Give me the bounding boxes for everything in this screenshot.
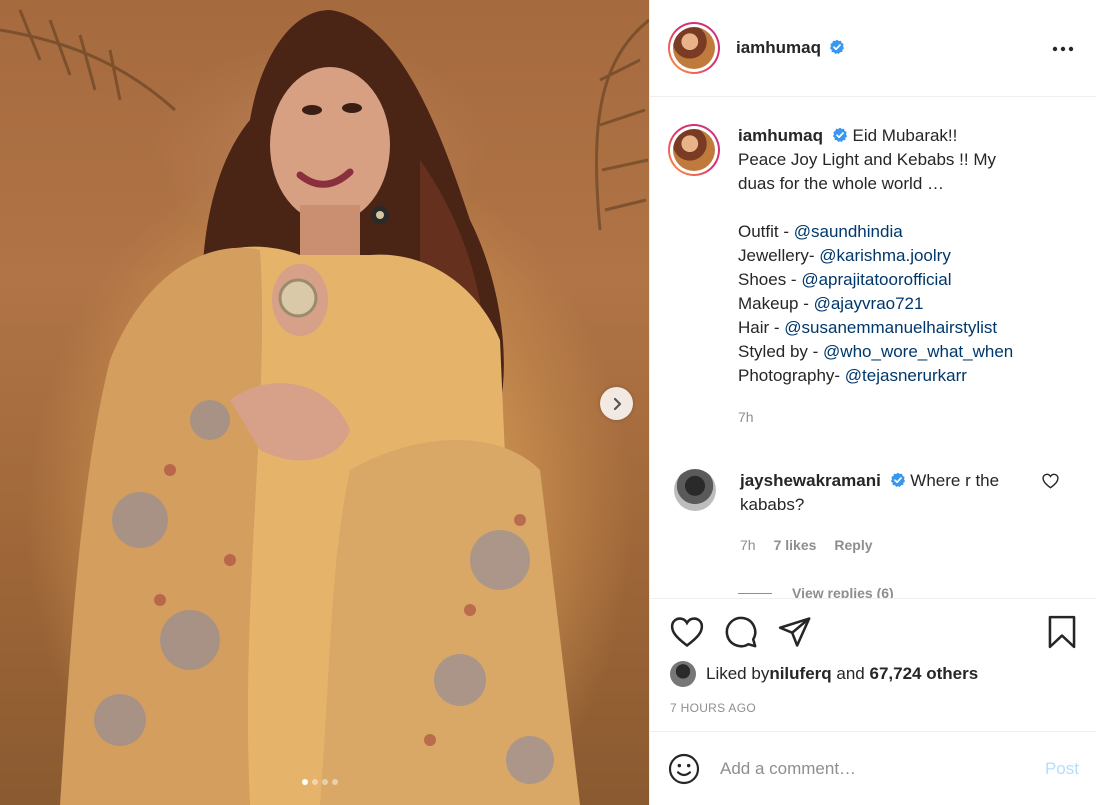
commenter-avatar[interactable] [674, 469, 716, 511]
bookmark-icon [1048, 615, 1076, 649]
mention-link[interactable]: @aprajitatoorofficial [801, 270, 951, 289]
mention-link[interactable]: @ajayvrao721 [814, 294, 924, 313]
comment-like-button[interactable] [1042, 473, 1059, 494]
mention-link[interactable]: @tejasnerurkarr [845, 366, 967, 385]
more-options-button[interactable] [1048, 35, 1078, 61]
comment-button[interactable] [724, 615, 758, 649]
heart-icon [1042, 473, 1059, 489]
post-comment-button[interactable]: Post [1045, 759, 1079, 779]
mention-link[interactable]: @susanemmanuelhairstylist [784, 318, 997, 337]
likes-others-link[interactable]: 67,724 others [869, 664, 978, 684]
caption-timestamp[interactable]: 7h [738, 405, 1013, 429]
credit-line: Styled by - @who_wore_what_when [738, 342, 1014, 361]
chevron-right-icon [613, 397, 621, 410]
credit-line: Makeup - @ajayvrao721 [738, 294, 924, 313]
avatar[interactable] [668, 22, 720, 74]
like-button[interactable] [670, 616, 704, 648]
likes-prefix: Liked by [706, 664, 770, 683]
carousel-dot [302, 779, 308, 785]
comment-input[interactable] [720, 759, 1045, 779]
verified-badge-icon [832, 127, 847, 142]
save-button[interactable] [1047, 615, 1077, 649]
caption-line: Eid Mubarak!! [852, 126, 958, 145]
replies-divider [738, 592, 772, 594]
comment-item: jayshewakramani Where r the kababs? 7h 7… [650, 429, 1096, 557]
more-horizontal-icon [1052, 46, 1074, 52]
view-replies-label: View replies (6) [792, 585, 894, 598]
comments-section[interactable]: iamhumaq Eid Mubarak!! Peace Joy Light a… [650, 98, 1096, 598]
post-timestamp[interactable]: 7 HOURS AGO [650, 687, 1096, 715]
mention-link[interactable]: @who_wore_what_when [823, 342, 1013, 361]
view-replies-button[interactable]: View replies (6) [738, 585, 1096, 598]
post-username[interactable]: iamhumaq [736, 38, 821, 57]
verified-badge-icon [890, 472, 905, 487]
comment-likes[interactable]: 7 likes [774, 533, 817, 557]
post-image[interactable] [0, 0, 649, 805]
caption-username[interactable]: iamhumaq [738, 126, 823, 145]
likes-summary: Liked by niluferq and 67,724 others [650, 661, 1096, 687]
mention-link[interactable]: @karishma.joolry [819, 246, 951, 265]
credit-line: Hair - @susanemmanuelhairstylist [738, 318, 998, 337]
credit-line: Outfit - @saundhindia [738, 222, 903, 241]
liker-username[interactable]: niluferq [769, 664, 831, 684]
mention-link[interactable]: @saundhindia [794, 222, 903, 241]
carousel-dot [312, 779, 318, 785]
verified-badge-icon [830, 39, 845, 54]
comment-timestamp[interactable]: 7h [740, 533, 756, 557]
credit-line: Jewellery- @karishma.joolry [738, 246, 951, 265]
carousel-indicator [302, 779, 338, 785]
comment-username[interactable]: jayshewakramani [740, 471, 881, 490]
emoji-icon [668, 753, 700, 785]
caption-line: duas for the whole world … [738, 174, 944, 193]
caption-line: Peace Joy Light and Kebabs !! My [738, 150, 996, 169]
share-button[interactable] [778, 616, 812, 648]
comment-reply-button[interactable]: Reply [834, 533, 872, 557]
post-header: iamhumaq [650, 0, 1096, 97]
credit-line: Shoes - @aprajitatoorofficial [738, 270, 952, 289]
carousel-dot [322, 779, 328, 785]
comment-icon [725, 616, 757, 648]
caption: iamhumaq Eid Mubarak!! Peace Joy Light a… [650, 98, 1096, 429]
heart-icon [670, 617, 704, 648]
carousel-dot [332, 779, 338, 785]
caption-avatar[interactable] [668, 124, 720, 176]
emoji-button[interactable] [668, 753, 700, 785]
photo-illustration [0, 9, 649, 805]
post-actions: Liked by niluferq and 67,724 others 7 HO… [650, 598, 1096, 732]
carousel-next-button[interactable] [600, 387, 633, 420]
add-comment-bar: Post [650, 733, 1096, 805]
post-side-panel: iamhumaq iamhumaq Eid Mubarak!! Peace Jo… [649, 0, 1096, 805]
credit-line: Photography- @tejasnerurkarr [738, 366, 967, 385]
likes-mid: and [831, 664, 870, 683]
liker-avatar[interactable] [670, 661, 696, 687]
share-icon [778, 617, 811, 647]
